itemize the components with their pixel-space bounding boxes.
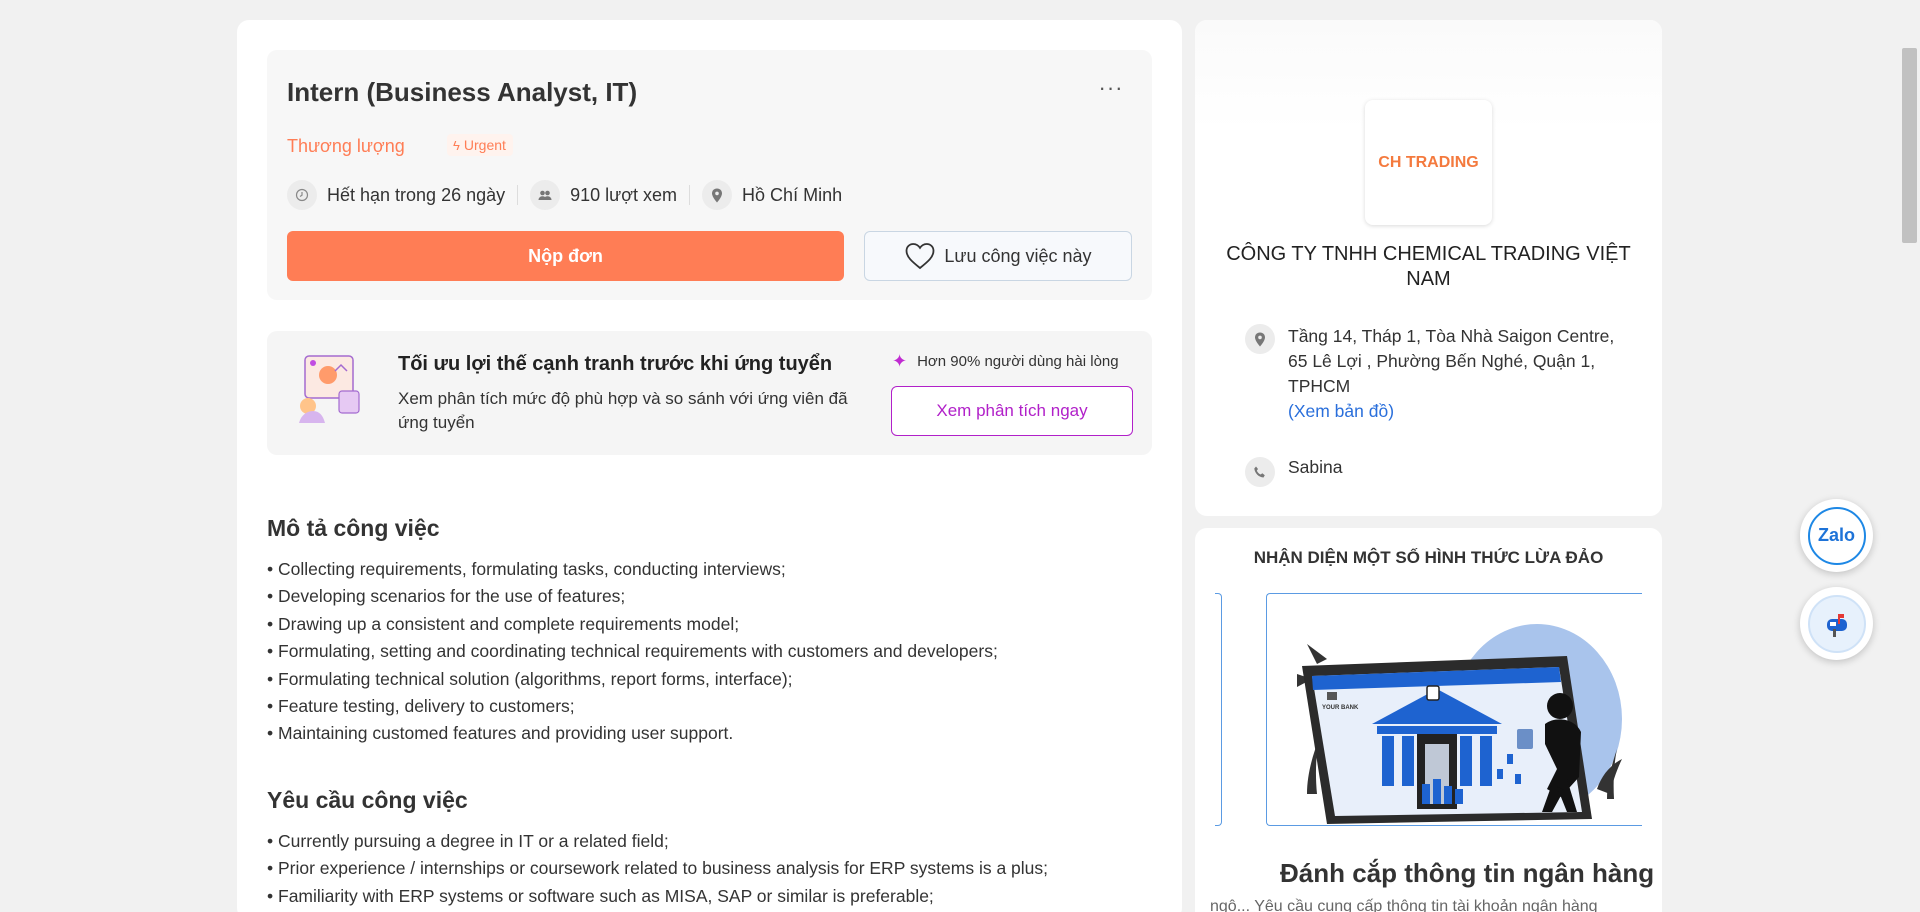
promo-title: Tối ưu lợi thế cạnh tranh trước khi ứng … [398,353,833,375]
apply-button[interactable]: Nộp đơn [287,231,844,281]
urgent-badge: ϟ Urgent [447,134,513,156]
company-card: CH TRADING CÔNG TY TNHH CHEMICAL TRADING… [1195,20,1662,516]
views: 910 lượt xem [530,180,677,210]
promo-description: Xem phân tích mức độ phù hợp và so sánh … [398,389,848,432]
company-name[interactable]: CÔNG TY TNHH CHEMICAL TRADING VIỆT NAM [1225,242,1632,292]
list-item: Currently pursuing a degree in IT or a r… [267,828,1048,855]
location-text: Hồ Chí Minh [742,184,843,205]
mailbox-icon [1807,594,1866,653]
more-options-button[interactable]: ··· [1094,77,1128,106]
view-analysis-button[interactable]: Xem phân tích ngay [891,386,1133,436]
job-description-list: Collecting requirements, formulating tas… [267,556,998,748]
list-item: Prior experience / internships or course… [267,855,1048,882]
deadline-text: Hết hạn trong 26 ngày [327,184,506,205]
job-meta: Hết hạn trong 26 ngày 910 lượt xem Hồ Ch… [287,180,842,210]
contact-person: Sabina [1288,457,1343,477]
scrollbar-thumb[interactable] [1902,48,1917,243]
analysis-promo: Tối ưu lợi thế cạnh tranh trước khi ứng … [267,331,1152,455]
divider [517,185,519,205]
job-description-title: Mô tả công việc [267,515,440,541]
slide-caption: Đánh cắp thông tin ngân hàng [1280,858,1655,888]
divider [689,185,691,205]
users-icon [530,180,561,210]
job-requirements-title: Yêu cầu công việc [267,787,468,813]
fraud-slide[interactable]: YOUR BANK [1266,593,1642,826]
list-item: Familiarity with ERP systems or software… [267,883,1048,910]
phone-icon [1245,457,1275,487]
list-item: Maintaining customed features and provid… [267,720,998,747]
job-detail-card: Intern (Business Analyst, IT) ··· Thương… [237,20,1182,912]
list-item: Feature testing, delivery to customers; [267,693,998,720]
heart-icon [906,243,935,270]
promo-rating: ✦ Hơn 90% người dùng hài lòng [892,351,1119,372]
view-map-link[interactable]: (Xem bản đồ) [1288,401,1394,422]
job-header: Intern (Business Analyst, IT) ··· Thương… [267,50,1152,300]
zalo-icon: Zalo [1807,506,1866,565]
zalo-chat-button[interactable]: Zalo [1800,499,1873,572]
fraud-warning-card: NHẬN DIỆN MỘT SỐ HÌNH THỨC LỪA ĐẢO YOUR … [1195,528,1662,912]
list-item: Formulating, setting and coordinating te… [267,638,998,665]
list-item: Developing scenarios for the use of feat… [267,583,998,610]
list-item: Drawing up a consistent and complete req… [267,611,998,638]
location-pin-icon [702,180,733,210]
company-logo-text: CH TRADING [1378,153,1479,171]
deadline: Hết hạn trong 26 ngày [287,180,505,210]
zalo-label: Zalo [1817,525,1855,545]
list-item: Formulating technical solution (algorith… [267,666,998,693]
location: Hồ Chí Minh [702,180,842,210]
company-address: Tầng 14, Tháp 1, Tòa Nhà Saigon Centre, … [1288,326,1615,396]
urgent-label: Urgent [463,137,506,153]
save-job-button[interactable]: Lưu công việc này [864,231,1132,281]
bolt-icon: ϟ [453,138,460,153]
analysis-illustration [299,355,360,423]
sparkle-icon: ✦ [892,351,908,371]
bank-theft-illustration: YOUR BANK [1297,624,1622,824]
slide-subtitle: ngô... Yêu cầu cung cấp thông tin tài kh… [1210,898,1598,912]
fraud-title: NHẬN DIỆN MỘT SỐ HÌNH THỨC LỪA ĐẢO [1253,548,1604,567]
bank-label: YOUR BANK [1322,705,1359,711]
job-requirements-list: Currently pursuing a degree in IT or a r… [267,828,1048,910]
list-item: Collecting requirements, formulating tas… [267,556,998,583]
save-job-label: Lưu công việc này [944,245,1092,266]
company-logo[interactable]: CH TRADING [1365,100,1492,225]
job-title: Intern (Business Analyst, IT) [287,77,638,107]
views-text: 910 lượt xem [570,184,678,205]
location-pin-icon [1245,324,1275,354]
clock-icon [287,180,317,210]
previous-slide[interactable] [1215,593,1222,826]
salary: Thương lượng [287,136,405,156]
mailbox-button[interactable] [1800,587,1873,660]
promo-rating-text: Hơn 90% người dùng hài lòng [917,353,1119,370]
